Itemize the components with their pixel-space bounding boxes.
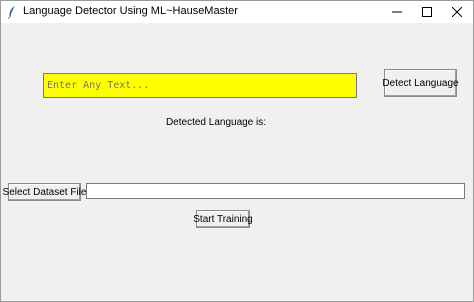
app-window: Language Detector Using ML~HauseMaster D… bbox=[0, 0, 474, 302]
minimize-button[interactable] bbox=[382, 1, 412, 23]
text-input[interactable] bbox=[43, 73, 357, 98]
feather-icon bbox=[7, 5, 17, 19]
start-training-button[interactable]: Start Training bbox=[193, 210, 253, 228]
close-icon bbox=[452, 7, 462, 17]
maximize-icon bbox=[422, 7, 432, 17]
close-button[interactable] bbox=[442, 1, 472, 23]
select-dataset-button[interactable]: Select Dataset File bbox=[3, 183, 86, 201]
detect-language-button[interactable]: Detect Language bbox=[382, 69, 459, 97]
maximize-button[interactable] bbox=[412, 1, 442, 23]
detected-language-label: Detected Language is: bbox=[165, 117, 267, 128]
main-panel: Detect Language Detected Language is: Se… bbox=[1, 23, 473, 301]
title-bar[interactable]: Language Detector Using ML~HauseMaster bbox=[1, 1, 473, 23]
dataset-path-input[interactable] bbox=[86, 183, 465, 199]
window-title: Language Detector Using ML~HauseMaster bbox=[23, 5, 238, 17]
minimize-icon bbox=[392, 11, 402, 13]
